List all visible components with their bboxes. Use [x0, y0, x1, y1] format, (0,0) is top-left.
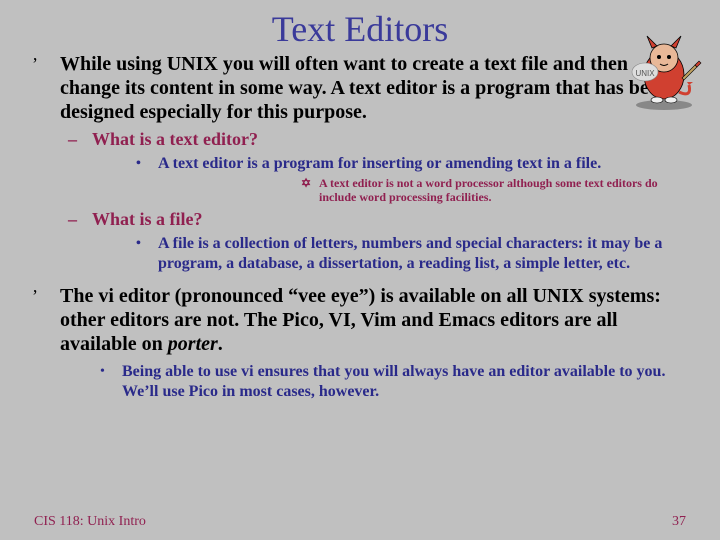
bullet-level1: ’ The vi editor (pronounced “vee eye”) i… [32, 284, 688, 402]
bullet-level3: • A file is a collection of letters, num… [136, 234, 688, 274]
page-number: 37 [672, 514, 686, 530]
bullet-level3: • Being able to use vi ensures that you … [100, 362, 688, 402]
bullet-mark-l3: • [136, 234, 158, 254]
bullet-level2: – What is a text editor? • A text editor… [68, 128, 688, 204]
svg-text:UNIX: UNIX [635, 69, 655, 78]
bullet-mark-l4: ✡ [301, 176, 319, 190]
slide-content: ’ While using UNIX you will often want t… [0, 52, 720, 402]
footer-left: CIS 118: Unix Intro [34, 514, 146, 530]
bullet-text: What is a file? [92, 208, 203, 230]
bullet-level4: ✡ A text editor is not a word processor … [301, 176, 688, 204]
bullet-mark-l3: • [100, 362, 122, 382]
slide-footer: CIS 118: Unix Intro 37 [34, 514, 686, 530]
bullet-text: A text editor is not a word processor al… [319, 176, 688, 204]
bullet-level1: ’ While using UNIX you will often want t… [32, 52, 688, 274]
bullet-mark-l2: – [68, 128, 92, 150]
bullet-text: The vi editor (pronounced “vee eye”) is … [60, 284, 688, 356]
bullet-mark-l1: ’ [32, 52, 60, 76]
bsd-daemon-icon: UNIX [627, 30, 702, 110]
bullet-text: A text editor is a program for inserting… [158, 154, 601, 174]
bullet-mark-l3: • [136, 154, 158, 174]
bullet-text: What is a text editor? [92, 128, 258, 150]
bullet-text: Being able to use vi ensures that you wi… [122, 362, 688, 402]
slide-title: Text Editors [0, 0, 720, 52]
bullet-mark-l2: – [68, 208, 92, 230]
bullet-mark-l1: ’ [32, 284, 60, 308]
bullet-text: A file is a collection of letters, numbe… [158, 234, 688, 274]
bullet-level2: – What is a file? • A file is a collecti… [68, 208, 688, 274]
bullet-text: While using UNIX you will often want to … [60, 52, 688, 124]
bullet-level3: • A text editor is a program for inserti… [136, 154, 688, 204]
